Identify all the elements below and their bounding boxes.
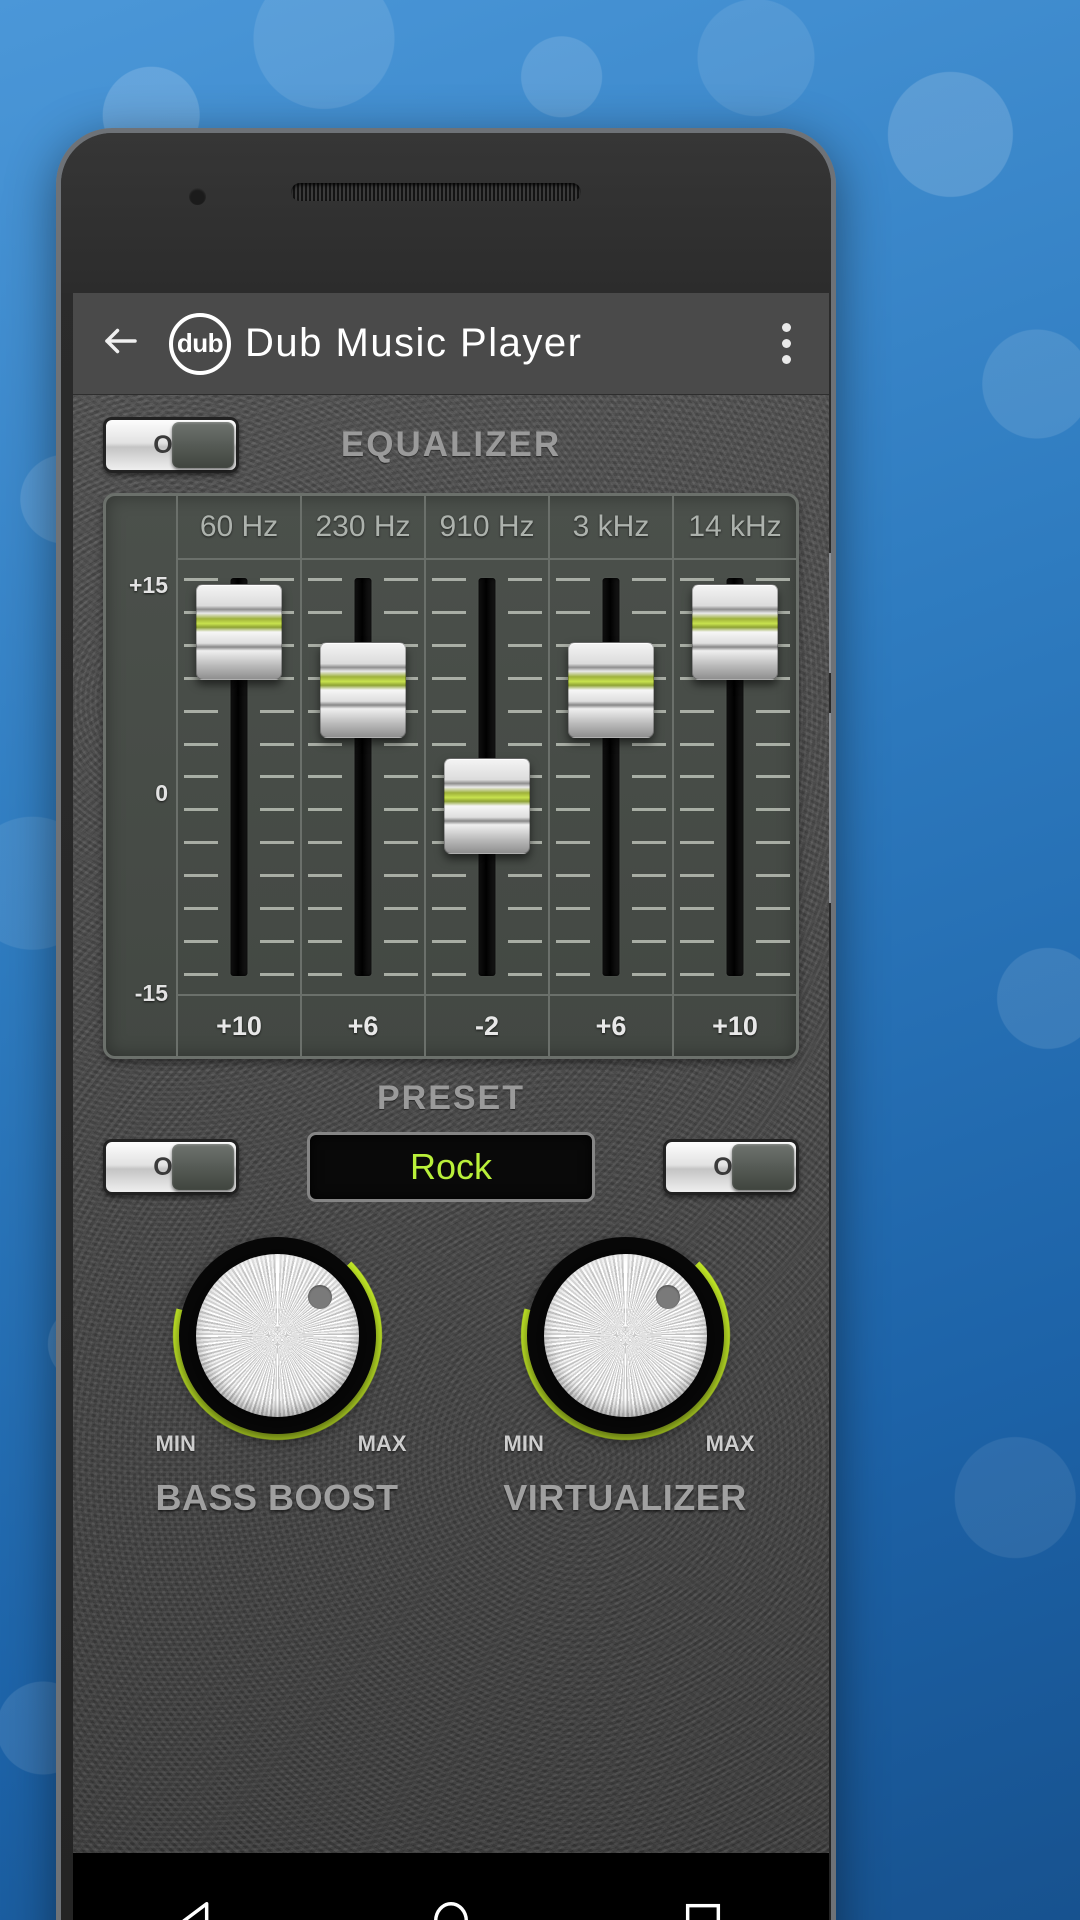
more-vertical-icon-dot — [781, 323, 791, 332]
knob-cap[interactable] — [195, 1254, 359, 1417]
phone-top-bezel — [61, 133, 831, 293]
circle-home-icon — [428, 1898, 474, 1920]
phone-device-frame: dub Dub Music Player ON EQUALIZER +15 — [56, 128, 836, 1920]
band-slider[interactable] — [426, 560, 548, 994]
knob-cap[interactable] — [543, 1254, 707, 1417]
equalizer-section-title: EQUALIZER — [340, 425, 562, 464]
virtualizer-toggle[interactable]: ON — [663, 1139, 799, 1195]
preset-select[interactable]: Rock — [307, 1132, 595, 1202]
band-slider-thumb[interactable] — [692, 584, 778, 681]
knob-max-label: MAX — [357, 1431, 407, 1456]
nav-home-button[interactable] — [391, 1898, 511, 1920]
band-slider-thumb[interactable] — [196, 584, 282, 681]
band-slider-thumb[interactable] — [568, 642, 654, 739]
app-brand: dub Dub Music Player — [169, 312, 583, 375]
band-frequency-label: 910 Hz — [426, 496, 548, 560]
band-value-label: +10 — [674, 994, 796, 1056]
knob-min-label: MIN — [155, 1431, 196, 1456]
effect-knob-label: VIRTUALIZER — [503, 1477, 747, 1518]
equalizer-band: 60 Hz +10 — [178, 496, 302, 1056]
scale-label-bottom: -15 — [134, 980, 168, 1006]
band-slider[interactable] — [302, 560, 424, 994]
front-camera-icon — [189, 188, 206, 205]
app-bar: dub Dub Music Player — [73, 293, 829, 395]
earpiece-speaker-icon — [291, 183, 581, 201]
back-button[interactable] — [73, 293, 169, 394]
equalizer-band: 910 Hz -2 — [426, 496, 550, 1056]
knob-min-label: MIN — [503, 1431, 544, 1456]
band-slider[interactable] — [674, 560, 796, 994]
app-title: Dub Music Player — [245, 321, 583, 365]
band-slider-thumb[interactable] — [320, 642, 406, 739]
triangle-back-icon — [176, 1898, 222, 1920]
band-frequency-label: 60 Hz — [178, 496, 300, 560]
knob-indicator-dot — [655, 1285, 680, 1309]
square-recents-icon — [680, 1898, 726, 1920]
more-vertical-icon-dot — [781, 355, 791, 364]
band-value-label: +10 — [178, 994, 300, 1056]
overflow-menu-button[interactable] — [743, 293, 829, 394]
phone-screen: dub Dub Music Player ON EQUALIZER +15 — [73, 293, 829, 1920]
band-frequency-label: 14 kHz — [674, 496, 796, 560]
equalizer-bands: 60 Hz +10 230 Hz +6 910 Hz -2 3 kHz +6 14 kHz +10 — [178, 496, 796, 1056]
equalizer-header-row: ON EQUALIZER — [103, 395, 799, 473]
band-value-label: +6 — [550, 994, 672, 1056]
band-frequency-label: 3 kHz — [550, 496, 672, 560]
effect-knob-unit: MIN MAX VIRTUALIZER — [475, 1228, 775, 1519]
arrow-left-icon — [100, 320, 142, 367]
bass-boost-toggle-knob — [172, 1144, 234, 1190]
equalizer-toggle[interactable]: ON — [103, 417, 239, 473]
equalizer-band: 3 kHz +6 — [550, 496, 674, 1056]
band-value-label: +6 — [302, 994, 424, 1056]
equalizer-band: 230 Hz +6 — [302, 496, 426, 1056]
band-slider[interactable] — [178, 560, 300, 994]
equalizer-scale-column: +15 0 -15 — [106, 496, 178, 1056]
nav-back-button[interactable] — [139, 1898, 259, 1920]
bass-boost-toggle[interactable]: ON — [103, 1139, 239, 1195]
more-vertical-icon-dot — [781, 339, 791, 348]
equalizer-panel: +15 0 -15 60 Hz +10 230 Hz +6 910 Hz -2 3 kHz +… — [103, 493, 799, 1059]
effect-knob-unit: MIN MAX BASS BOOST — [127, 1228, 427, 1519]
equalizer-toggle-knob — [172, 422, 234, 468]
effect-knobs-row: MIN MAX BASS BOOST MIN MAX VIRTUALIZER — [103, 1228, 799, 1519]
band-slider-rail — [354, 578, 372, 976]
android-navigation-bar — [73, 1853, 829, 1920]
nav-recents-button[interactable] — [643, 1898, 763, 1920]
virtualizer-toggle-knob — [732, 1144, 794, 1190]
band-frequency-label: 230 Hz — [302, 496, 424, 560]
preset-row: ON Rock ON — [103, 1132, 799, 1202]
band-slider-rail — [602, 578, 620, 976]
preset-section-title: PRESET — [376, 1079, 526, 1117]
band-value-label: -2 — [426, 994, 548, 1056]
effect-knob[interactable] — [517, 1228, 733, 1443]
knob-indicator-dot — [307, 1285, 332, 1309]
knob-range-labels: MIN MAX — [156, 1431, 407, 1457]
scale-label-top: +15 — [128, 572, 168, 598]
knob-max-label: MAX — [705, 1431, 755, 1456]
scale-label-mid: 0 — [155, 780, 168, 806]
effect-knob[interactable] — [169, 1228, 385, 1443]
dub-logo-icon: dub — [169, 312, 231, 375]
band-slider-thumb[interactable] — [444, 758, 530, 855]
knob-range-labels: MIN MAX — [504, 1431, 755, 1457]
equalizer-body-panel: ON EQUALIZER +15 0 -15 60 Hz+10230 Hz+69… — [73, 395, 829, 1853]
effect-knob-label: BASS BOOST — [155, 1477, 399, 1518]
band-slider[interactable] — [550, 560, 672, 994]
equalizer-band: 14 kHz +10 — [674, 496, 796, 1056]
